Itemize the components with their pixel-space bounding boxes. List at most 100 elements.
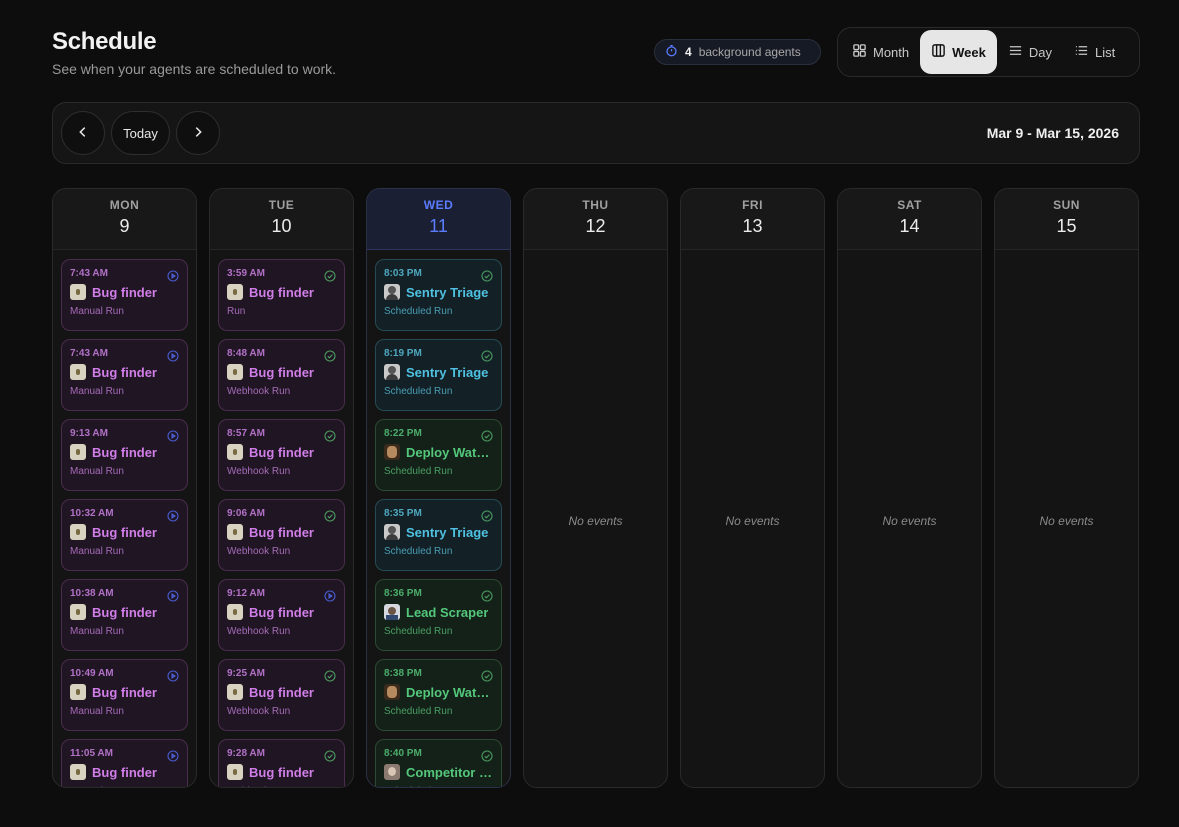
- agent-avatar: [70, 524, 86, 540]
- event-card[interactable]: 9:13 AM Bug finder Manual Run: [61, 419, 188, 491]
- event-card[interactable]: 8:03 PM Sentry Triage Scheduled Run: [375, 259, 502, 331]
- next-week-button[interactable]: [176, 111, 220, 155]
- page-title: Schedule: [52, 28, 157, 55]
- day-name: SUN: [1053, 198, 1080, 212]
- event-card[interactable]: 8:22 PM Deploy Watc… Scheduled Run: [375, 419, 502, 491]
- event-agent-name: Bug finder: [249, 684, 314, 700]
- check-circle-icon: [481, 749, 493, 762]
- event-agent-name: Bug finder: [92, 524, 157, 540]
- previous-week-button[interactable]: [61, 111, 105, 155]
- day-name: MON: [109, 198, 140, 212]
- agent-avatar: [227, 604, 243, 620]
- event-card[interactable]: 8:57 AM Bug finder Webhook Run: [218, 419, 345, 491]
- date-navigation-bar: Today Mar 9 - Mar 15, 2026: [52, 102, 1140, 164]
- event-agent-name: Competitor S…: [406, 764, 493, 780]
- event-card[interactable]: 8:40 PM Competitor S… Scheduled Run: [375, 739, 502, 787]
- event-card[interactable]: 8:48 AM Bug finder Webhook Run: [218, 339, 345, 411]
- no-events-label: No events: [1039, 514, 1094, 528]
- today-button[interactable]: Today: [111, 111, 170, 155]
- event-agent-name: Bug finder: [249, 364, 314, 380]
- background-agents-badge[interactable]: 4 background agents: [654, 39, 821, 65]
- event-card[interactable]: 11:05 AM Bug finder Manual Run: [61, 739, 188, 787]
- event-time: 9:13 AM: [70, 428, 108, 439]
- event-run-type: Run: [227, 306, 246, 317]
- check-circle-icon: [324, 749, 336, 762]
- event-card[interactable]: 8:19 PM Sentry Triage Scheduled Run: [375, 339, 502, 411]
- event-card[interactable]: 9:25 AM Bug finder Webhook Run: [218, 659, 345, 731]
- play-circle-icon: [167, 509, 179, 522]
- day-number: 10: [271, 216, 292, 236]
- event-time: 8:22 PM: [384, 428, 422, 439]
- event-card[interactable]: 9:28 AM Bug finder Webhook Run: [218, 739, 345, 787]
- event-run-type: Webhook Run: [227, 546, 291, 557]
- play-circle-icon: [167, 589, 179, 602]
- event-agent-name: Sentry Triage: [406, 284, 489, 300]
- event-agent-name: Bug finder: [249, 524, 314, 540]
- event-run-type: Manual Run: [70, 786, 179, 787]
- rows-icon: [1008, 43, 1023, 61]
- event-card[interactable]: 10:38 AM Bug finder Manual Run: [61, 579, 188, 651]
- play-circle-icon: [167, 349, 179, 362]
- play-circle-icon: [324, 589, 336, 602]
- event-run-type: Scheduled Run: [384, 386, 453, 397]
- timer-icon: [665, 44, 678, 60]
- play-circle-icon: [167, 269, 179, 282]
- event-time: 10:32 AM: [70, 508, 114, 519]
- event-list: 8:03 PM Sentry Triage Scheduled Run 8:19 PM…: [367, 250, 510, 787]
- view-list-button[interactable]: List: [1063, 30, 1126, 74]
- event-time: 10:49 AM: [70, 668, 114, 679]
- event-time: 8:35 PM: [384, 508, 422, 519]
- agent-avatar: [384, 524, 400, 540]
- event-time: 8:38 PM: [384, 668, 422, 679]
- event-card[interactable]: 7:43 AM Bug finder Manual Run: [61, 339, 188, 411]
- view-month-button[interactable]: Month: [841, 30, 920, 74]
- view-week-button[interactable]: Week: [920, 30, 997, 74]
- agent-avatar: [384, 284, 400, 300]
- event-card[interactable]: 8:36 PM Lead Scraper Scheduled Run: [375, 579, 502, 651]
- event-time: 10:38 AM: [70, 588, 114, 599]
- event-agent-name: Bug finder: [92, 604, 157, 620]
- event-card[interactable]: 7:43 AM Bug finder Manual Run: [61, 259, 188, 331]
- day-header[interactable]: WED 11: [367, 189, 510, 250]
- event-time: 9:06 AM: [227, 508, 265, 519]
- event-card[interactable]: 9:06 AM Bug finder Webhook Run: [218, 499, 345, 571]
- event-run-type: Webhook Run: [227, 386, 291, 397]
- agent-avatar: [227, 684, 243, 700]
- event-card[interactable]: 8:35 PM Sentry Triage Scheduled Run: [375, 499, 502, 571]
- page-subtitle: See when your agents are scheduled to wo…: [52, 61, 337, 77]
- day-column-thu: THU 12 No events: [523, 188, 668, 788]
- day-column-sat: SAT 14 No events: [837, 188, 982, 788]
- check-circle-icon: [481, 589, 493, 602]
- day-header[interactable]: FRI 13: [681, 189, 824, 250]
- event-card[interactable]: 9:12 AM Bug finder Webhook Run: [218, 579, 345, 651]
- day-column-fri: FRI 13 No events: [680, 188, 825, 788]
- event-card[interactable]: 10:49 AM Bug finder Manual Run: [61, 659, 188, 731]
- day-name: SAT: [897, 198, 922, 212]
- day-number: 9: [119, 216, 130, 236]
- agent-avatar: [227, 764, 243, 780]
- background-agents-label: background agents: [698, 45, 801, 59]
- event-agent-name: Sentry Triage: [406, 524, 489, 540]
- event-time: 8:03 PM: [384, 268, 422, 279]
- day-header[interactable]: SAT 14: [838, 189, 981, 250]
- event-card[interactable]: 10:32 AM Bug finder Manual Run: [61, 499, 188, 571]
- agent-avatar: [384, 364, 400, 380]
- day-column-tue: TUE 10 3:59 AM Bug finder Run 8:48 AM Bug find…: [209, 188, 354, 788]
- view-day-button[interactable]: Day: [997, 30, 1063, 74]
- day-header[interactable]: MON 9: [53, 189, 196, 250]
- day-column-wed: WED 11 8:03 PM Sentry Triage Scheduled Run 8:…: [366, 188, 511, 788]
- event-run-type: Webhook Run: [227, 786, 336, 787]
- day-header[interactable]: SUN 15: [995, 189, 1138, 250]
- event-card[interactable]: 3:59 AM Bug finder Run: [218, 259, 345, 331]
- check-circle-icon: [324, 509, 336, 522]
- day-header[interactable]: THU 12: [524, 189, 667, 250]
- chevron-right-icon: [191, 125, 205, 142]
- agent-avatar: [384, 604, 400, 620]
- event-card[interactable]: 8:38 PM Deploy Watc… Scheduled Run: [375, 659, 502, 731]
- agent-avatar: [70, 444, 86, 460]
- columns-icon: [931, 43, 946, 61]
- event-agent-name: Bug finder: [92, 284, 157, 300]
- day-header[interactable]: TUE 10: [210, 189, 353, 250]
- event-time: 8:19 PM: [384, 348, 422, 359]
- event-agent-name: Bug finder: [92, 444, 157, 460]
